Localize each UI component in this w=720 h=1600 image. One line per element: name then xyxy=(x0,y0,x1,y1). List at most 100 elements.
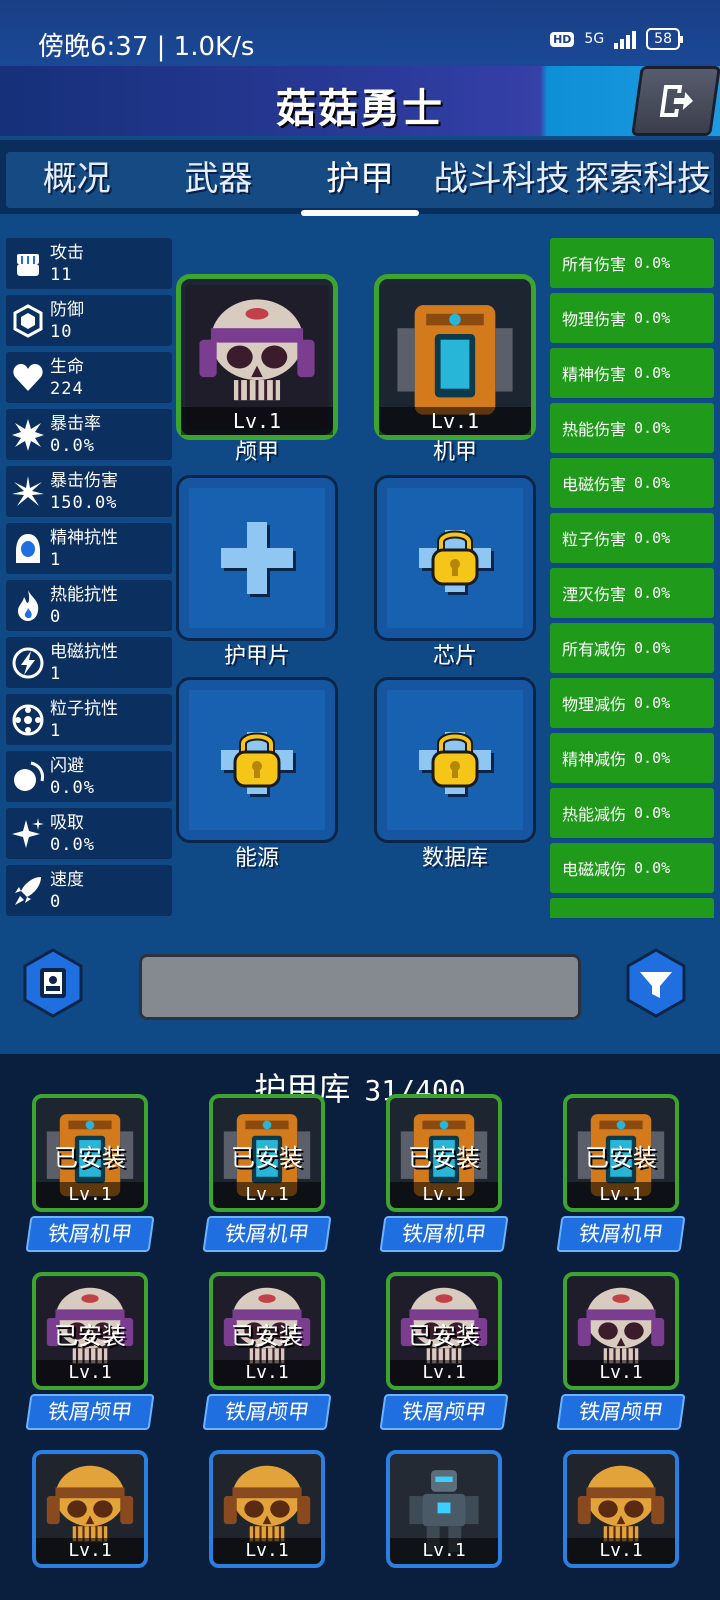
filter-button[interactable] xyxy=(625,948,687,1018)
library-item[interactable]: Lv.1 xyxy=(559,1450,683,1568)
item-card[interactable]: Lv.1 xyxy=(32,1450,148,1568)
library-item[interactable]: 已安装 Lv.1 铁屑颅甲 xyxy=(379,1272,509,1430)
battery-icon: 58 xyxy=(646,28,683,50)
stat-value: 150.0% xyxy=(50,492,118,513)
stat-text: 速度 0 xyxy=(50,869,172,913)
armor-slot[interactable] xyxy=(176,475,338,641)
stat-value: 0.0% xyxy=(50,834,95,855)
bonus-row: 所有伤害 0.0% xyxy=(550,238,714,288)
tab-row: 概况 武器 护甲 战斗科技 探索科技 xyxy=(6,152,714,216)
library-item[interactable]: 已安装 Lv.1 铁屑颅甲 xyxy=(25,1272,155,1430)
exit-button[interactable] xyxy=(631,66,720,136)
item-card[interactable]: 已安装 Lv.1 xyxy=(563,1094,679,1212)
bonus-value: 0.0% xyxy=(634,859,671,877)
tab-bar: 概况 武器 护甲 战斗科技 探索科技 xyxy=(0,140,720,216)
library-item[interactable]: Lv.1 xyxy=(205,1450,329,1568)
profile-icon xyxy=(23,948,83,1018)
exit-icon xyxy=(659,85,693,117)
stat-label: 速度 xyxy=(50,869,84,890)
sparkle-icon xyxy=(6,810,50,858)
stat-text: 攻击 11 xyxy=(50,242,172,286)
bonus-row: 热能减伤 0.0% xyxy=(550,788,714,838)
stat-text: 电磁抗性 1 xyxy=(50,641,172,685)
tab-1[interactable]: 概况 xyxy=(6,152,148,208)
bonus-label: 物理伤害 xyxy=(562,310,627,329)
bonus-label: 精神减伤 xyxy=(562,750,627,769)
tab-4[interactable]: 战斗科技 xyxy=(431,152,573,208)
profile-button[interactable] xyxy=(22,948,84,1018)
item-card[interactable]: Lv.1 xyxy=(209,1450,325,1568)
status-icons: HD 5G 58 xyxy=(550,28,683,50)
installed-label: 已安装 xyxy=(54,1144,126,1172)
item-card[interactable]: 已安装 Lv.1 xyxy=(386,1094,502,1212)
stat-value: 1 xyxy=(50,720,62,741)
stat-label: 攻击 xyxy=(50,242,84,263)
tab-5[interactable]: 探索科技 xyxy=(572,152,714,208)
library-item[interactable]: 已安装 Lv.1 铁屑颅甲 xyxy=(202,1272,332,1430)
library-item[interactable]: Lv.1 xyxy=(382,1450,506,1568)
armor-slot[interactable] xyxy=(176,677,338,843)
item-level: Lv.1 xyxy=(36,1182,144,1208)
item-level: Lv.1 xyxy=(567,1360,675,1386)
slot-label: 护甲片 xyxy=(223,644,290,669)
library-item[interactable]: Lv.1 铁屑颅甲 xyxy=(556,1272,686,1430)
item-card[interactable]: Lv.1 xyxy=(386,1450,502,1568)
bonus-row: 精神减伤 0.0% xyxy=(550,733,714,783)
item-name: 铁屑颅甲 xyxy=(202,1394,332,1430)
slot-level: Lv.1 xyxy=(379,407,531,435)
library-item[interactable]: Lv.1 xyxy=(28,1450,152,1568)
library-item[interactable]: 已安装 Lv.1 铁屑机甲 xyxy=(202,1094,332,1252)
item-card[interactable]: 已安装 Lv.1 xyxy=(386,1272,502,1390)
library-item[interactable]: 已安装 Lv.1 铁屑机甲 xyxy=(379,1094,509,1252)
signal-icon xyxy=(614,29,637,49)
item-level: Lv.1 xyxy=(213,1538,321,1564)
tab-3[interactable]: 护甲 xyxy=(289,152,431,216)
armor-slot[interactable]: Lv.1 xyxy=(176,274,338,440)
item-card[interactable]: 已安装 Lv.1 xyxy=(209,1272,325,1390)
item-card[interactable]: 已安装 Lv.1 xyxy=(209,1094,325,1212)
slot-label: 能源 xyxy=(234,846,279,871)
stat-row: 热能抗性 0 xyxy=(6,580,172,631)
hexagon-shield-icon xyxy=(6,297,50,345)
library-item[interactable]: 已安装 Lv.1 铁屑机甲 xyxy=(25,1094,155,1252)
bonus-row: 电磁减伤 0.0% xyxy=(550,843,714,893)
stat-value: 1 xyxy=(50,663,62,684)
stat-row: 精神抗性 1 xyxy=(6,523,172,574)
library-item[interactable]: 已安装 Lv.1 铁屑机甲 xyxy=(556,1094,686,1252)
bonus-label: 热能伤害 xyxy=(562,420,627,439)
tab-2[interactable]: 武器 xyxy=(148,152,290,208)
stat-value: 10 xyxy=(50,321,73,342)
stat-label: 闪避 xyxy=(50,755,84,776)
item-card[interactable]: Lv.1 xyxy=(563,1272,679,1390)
lock-icon xyxy=(405,508,505,608)
bonus-label: 所有减伤 xyxy=(562,640,627,659)
item-level: Lv.1 xyxy=(567,1182,675,1208)
bonus-value: 0.0% xyxy=(634,474,671,492)
flame-icon xyxy=(6,582,50,630)
stat-value: 0 xyxy=(50,606,62,627)
stat-label: 吸取 xyxy=(50,812,84,833)
armor-slot[interactable]: Lv.1 xyxy=(374,274,536,440)
star-burst-icon xyxy=(6,468,50,516)
bonus-value: 0.0% xyxy=(634,694,671,712)
search-input[interactable] xyxy=(139,954,581,1020)
lightning-icon xyxy=(6,639,50,687)
armor-slot[interactable] xyxy=(374,475,536,641)
item-name: 铁屑颅甲 xyxy=(25,1394,155,1430)
stat-label: 防御 xyxy=(50,299,84,320)
stat-row: 暴击率 0.0% xyxy=(6,409,172,460)
installed-label: 已安装 xyxy=(231,1144,303,1172)
slot-label: 芯片 xyxy=(432,644,477,669)
item-card[interactable]: 已安装 Lv.1 xyxy=(32,1272,148,1390)
item-level: Lv.1 xyxy=(390,1360,498,1386)
stat-text: 生命 224 xyxy=(50,356,172,400)
bonus-label: 湮灭伤害 xyxy=(562,585,627,604)
bonus-value: 0.0% xyxy=(634,639,671,657)
item-card[interactable]: Lv.1 xyxy=(563,1450,679,1568)
armor-slot[interactable] xyxy=(374,677,536,843)
bonus-row: 物理伤害 0.0% xyxy=(550,293,714,343)
atom-icon xyxy=(6,696,50,744)
bonus-row: 精神伤害 0.0% xyxy=(550,348,714,398)
item-card[interactable]: 已安装 Lv.1 xyxy=(32,1094,148,1212)
bonus-label: 电磁减伤 xyxy=(562,860,627,879)
